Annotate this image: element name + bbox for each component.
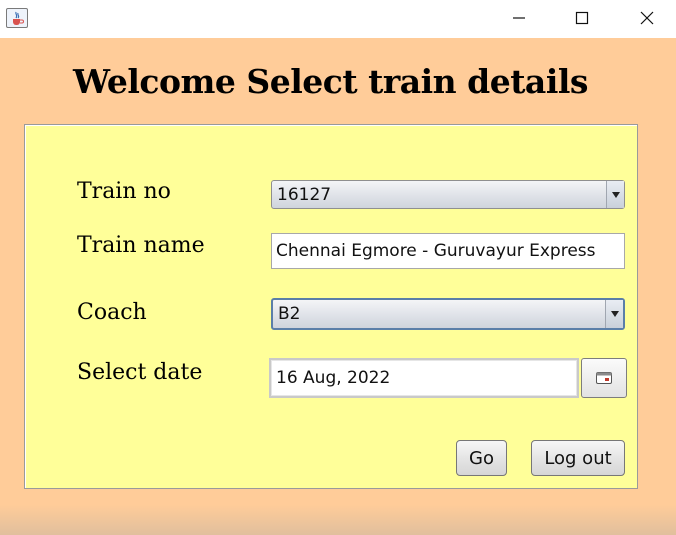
coach-label: Coach	[77, 300, 147, 325]
train-name-value: Chennai Egmore - Guruvayur Express	[276, 241, 596, 261]
java-cup-icon[interactable]	[6, 8, 28, 28]
train-no-select[interactable]: 16127	[271, 180, 625, 209]
title-bar	[0, 0, 676, 38]
train-name-field[interactable]: Chennai Egmore - Guruvayur Express	[271, 233, 625, 269]
minimize-icon	[513, 17, 525, 19]
content-frame: Welcome Select train details Train no 16…	[0, 38, 676, 535]
minimize-button[interactable]	[496, 0, 542, 36]
maximize-icon	[575, 11, 589, 25]
page-title: Welcome Select train details	[73, 62, 588, 101]
close-button[interactable]	[624, 0, 670, 36]
coach-value: B2	[278, 304, 301, 324]
maximize-button[interactable]	[559, 0, 605, 36]
chevron-down-icon[interactable]	[605, 300, 623, 328]
train-details-panel: Train no 16127 Train name Chennai Egmore…	[24, 124, 638, 489]
chevron-down-icon[interactable]	[606, 181, 624, 208]
go-button[interactable]: Go	[456, 440, 507, 476]
date-field[interactable]: 16 Aug, 2022	[269, 358, 579, 398]
calendar-icon	[596, 372, 612, 384]
frame-bottom-shadow	[0, 505, 676, 535]
train-name-label: Train name	[77, 233, 205, 258]
date-value: 16 Aug, 2022	[276, 368, 391, 388]
coach-select[interactable]: B2	[271, 298, 625, 330]
train-no-value: 16127	[277, 185, 332, 205]
train-no-label: Train no	[77, 179, 171, 204]
logout-button[interactable]: Log out	[531, 440, 625, 476]
select-date-label: Select date	[77, 360, 203, 385]
date-picker-button[interactable]	[581, 358, 627, 398]
close-icon	[640, 11, 654, 25]
